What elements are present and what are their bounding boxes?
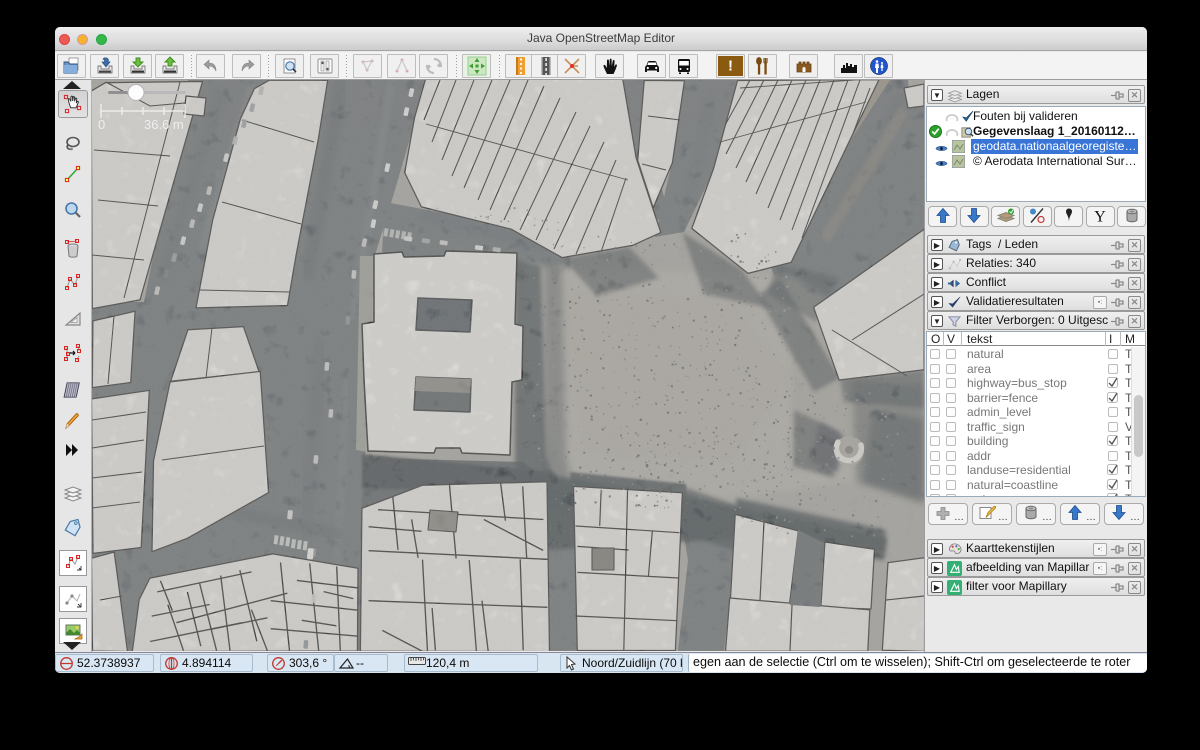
svg-text:Y: Y [1094,208,1106,223]
svg-text:0: 0 [98,117,105,132]
svg-text:36.6 m: 36.6 m [144,117,184,132]
